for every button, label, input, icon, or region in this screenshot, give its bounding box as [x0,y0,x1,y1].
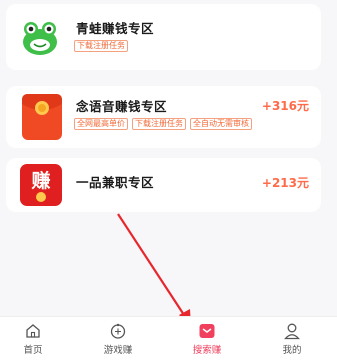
tab-label: 我的 [282,345,302,356]
tab-game[interactable]: 游戏赚 [88,322,148,356]
earn-icon: 赚 [18,162,64,208]
task-card-nianyuyin[interactable]: 念语音赚钱专区 +316元 全网最高单价 下载注册任务 全自动无需审核 [6,86,321,148]
tab-search-earn[interactable]: 搜索赚 [177,322,237,356]
game-icon [110,323,126,339]
reward-amount: +213元 [261,176,309,190]
tab-home[interactable]: 首页 [3,322,63,356]
task-card-yipin[interactable]: 赚 一品兼职专区 +213元 [6,158,321,212]
tab-label: 搜索赚 [192,345,222,356]
tab-label: 首页 [23,345,43,356]
tag: 下载注册任务 [74,40,128,52]
earn-icon-text: 赚 [31,170,51,192]
tag-list: 下载注册任务 [74,40,128,52]
home-icon [26,324,40,338]
reward-amount: +316元 [261,99,309,113]
tag: 下载注册任务 [132,118,186,130]
profile-icon [284,323,300,340]
card-title: 青蛙赚钱专区 [76,21,155,36]
search-earn-icon [199,324,215,338]
frog-icon [20,18,60,58]
tab-profile[interactable]: 我的 [262,322,322,356]
tag: 全网最高单价 [74,118,128,130]
red-envelope-icon [20,92,64,142]
tab-label: 游戏赚 [103,345,133,356]
task-card-qingwa[interactable]: 青蛙赚钱专区 下载注册任务 [6,4,321,70]
tag: 全自动无需审核 [190,118,252,130]
card-title: 一品兼职专区 [76,175,155,190]
card-title: 念语音赚钱专区 [76,99,168,114]
tag-list: 全网最高单价 下载注册任务 全自动无需审核 [74,118,252,130]
bottom-tab-bar: 首页 游戏赚 搜索赚 我的 [0,316,337,364]
